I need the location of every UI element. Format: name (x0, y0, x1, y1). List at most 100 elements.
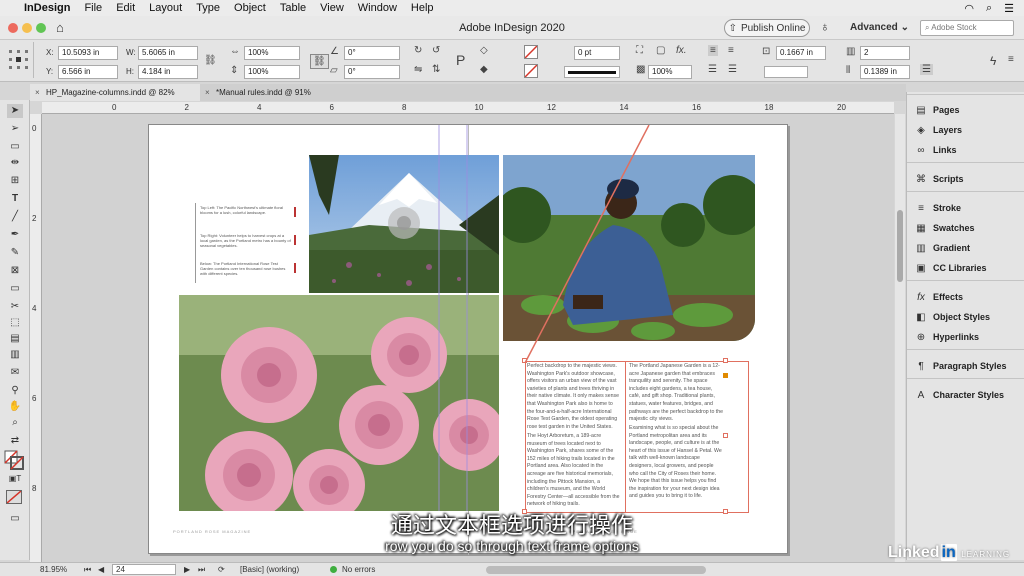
wifi-icon[interactable]: ◠ (964, 2, 974, 15)
panel-effects[interactable]: fx Effects (915, 289, 963, 305)
preflight-profile[interactable]: [Basic] (working) (240, 565, 299, 574)
menu-help[interactable]: Help (411, 2, 434, 14)
first-page-icon[interactable]: ⏮ (84, 565, 91, 575)
document-canvas[interactable]: Top Left: The Pacific Northwest's ultima… (42, 114, 894, 562)
scale-x-field[interactable]: 100% (244, 46, 300, 60)
panel-object-styles[interactable]: ◧ Object Styles (915, 309, 990, 325)
panel-scripts[interactable]: ⌘ Scripts (915, 171, 964, 187)
selection-tool-icon[interactable]: ➤ (7, 104, 23, 118)
menu-type[interactable]: Type (196, 2, 220, 14)
publish-online-button[interactable]: ⇧ Publish Online (724, 19, 810, 37)
next-page-icon[interactable]: ▶ (184, 565, 190, 574)
vertical-scrollbar[interactable] (895, 114, 905, 562)
y-position-field[interactable]: 6.566 in (58, 65, 118, 79)
menu-layout[interactable]: Layout (149, 2, 182, 14)
align-top-icon[interactable]: ≡ (708, 45, 718, 56)
inset-spacing-field[interactable]: 0.1667 in (776, 46, 826, 60)
hand-tool-icon[interactable]: ✋ (7, 400, 23, 414)
menu-file[interactable]: File (84, 2, 102, 14)
menu-app-name[interactable]: InDesign (24, 2, 70, 14)
panel-menu-icon[interactable]: ≡ (1008, 54, 1014, 65)
page-tool-icon[interactable]: ▭ (7, 140, 23, 154)
panel-layers[interactable]: ◈ Layers (915, 122, 962, 138)
panel-swatches[interactable]: ▦ Swatches (915, 220, 974, 236)
formatting-affects-container-icon[interactable]: ▣T (7, 472, 23, 486)
type-tool-icon[interactable]: T (7, 192, 23, 206)
fill-swatch[interactable] (524, 45, 538, 59)
control-center-icon[interactable]: ☰ (1004, 2, 1014, 15)
column-rule-color[interactable] (764, 66, 808, 78)
gradient-swatch-tool-icon[interactable]: ▤ (7, 332, 23, 346)
link-scale-icon[interactable]: ⛓ (310, 54, 329, 69)
page-number-field[interactable]: 24 (112, 564, 176, 575)
vertical-scroll-thumb[interactable] (897, 210, 903, 282)
quick-apply-icon[interactable]: ϟ (990, 54, 996, 68)
flip-horizontal-icon[interactable]: ⇋ (414, 64, 422, 75)
workspace-switcher[interactable]: Advanced ⌄ (850, 22, 909, 33)
gutter-field[interactable]: 0.1389 in (860, 65, 910, 79)
opacity-field[interactable]: 100% (648, 65, 692, 79)
menu-view[interactable]: View (320, 2, 344, 14)
rotate-cw-icon[interactable]: ↻ (414, 45, 422, 56)
drop-shadow-icon[interactable]: ▢ (656, 45, 665, 56)
panel-gradient[interactable]: ▥ Gradient (915, 240, 970, 256)
align-bottom-icon[interactable]: ☰ (708, 64, 717, 75)
panel-stroke[interactable]: ≡ Stroke (915, 200, 961, 216)
panel-paragraph-styles[interactable]: ¶ Paragraph Styles (915, 358, 1006, 374)
reference-point-grid[interactable] (4, 42, 34, 78)
menu-table[interactable]: Table (280, 2, 306, 14)
vertical-ruler[interactable]: 0 2 4 6 8 (30, 114, 42, 562)
close-tab-icon[interactable]: × (205, 84, 210, 101)
fill-stroke-swatches[interactable] (4, 450, 24, 470)
flip-vertical-icon[interactable]: ⇅ (432, 64, 440, 75)
frame-fitting-icon[interactable]: ⛶ (636, 45, 643, 56)
free-transform-tool-icon[interactable]: ⬚ (7, 316, 23, 330)
gradient-feather-tool-icon[interactable]: ▥ (7, 348, 23, 362)
stroke-type-dropdown[interactable] (564, 66, 620, 78)
scale-y-field[interactable]: 100% (244, 65, 300, 79)
select-container-icon[interactable]: ◇ (480, 45, 488, 56)
line-tool-icon[interactable]: ╱ (7, 210, 23, 224)
direct-selection-tool-icon[interactable]: ➢ (7, 122, 23, 136)
columns-field[interactable]: 2 (860, 46, 910, 60)
menu-edit[interactable]: Edit (116, 2, 135, 14)
span-columns-icon[interactable]: ☰ (920, 64, 933, 75)
horizontal-scroll-thumb[interactable] (486, 566, 706, 574)
close-tab-icon[interactable]: × (35, 84, 40, 101)
zoom-tool-icon[interactable]: ⌕ (7, 416, 23, 430)
rectangle-tool-icon[interactable]: ▭ (7, 282, 23, 296)
effects-fx-icon[interactable]: fx. (676, 45, 687, 56)
scissors-tool-icon[interactable]: ✂ (7, 300, 23, 314)
shear-angle-field[interactable]: 0° (344, 65, 400, 79)
rotate-ccw-icon[interactable]: ↺ (432, 45, 440, 56)
page-spread[interactable]: Top Left: The Pacific Northwest's ultima… (148, 124, 788, 555)
align-justify-icon[interactable]: ☰ (728, 64, 737, 75)
width-field[interactable]: 5.6065 in (138, 46, 198, 60)
menu-window[interactable]: Window (358, 2, 397, 14)
tab-hp-magazine[interactable]: × HP_Magazine-columns.indd @ 82% (30, 84, 200, 101)
height-field[interactable]: 4.184 in (138, 65, 198, 79)
zoom-level[interactable]: 81.95% (40, 565, 67, 574)
constrain-proportions-icon[interactable]: ⛓ (204, 55, 217, 66)
pen-tool-icon[interactable]: ✒ (7, 228, 23, 242)
pencil-tool-icon[interactable]: ✎ (7, 246, 23, 260)
apply-none-icon[interactable] (6, 490, 22, 504)
panel-hyperlinks[interactable]: ⊕ Hyperlinks (915, 329, 979, 345)
content-collector-icon[interactable]: ⊞ (7, 174, 23, 188)
panel-pages[interactable]: ▤ Pages (915, 102, 959, 118)
horizontal-ruler[interactable]: 0 2 4 6 8 10 12 14 16 18 20 (42, 102, 894, 114)
select-content-icon[interactable]: ◆ (480, 64, 488, 75)
open-page-icon[interactable]: ⟳ (218, 565, 225, 574)
panel-character-styles[interactable]: A Character Styles (915, 387, 1004, 403)
gap-tool-icon[interactable]: ⇹ (7, 156, 23, 170)
search-icon[interactable]: ⌕ (986, 2, 992, 15)
eyedropper-tool-icon[interactable]: ⚲ (7, 384, 23, 398)
stroke-swatch[interactable] (524, 64, 538, 78)
align-center-icon[interactable]: ≡ (728, 45, 734, 56)
preflight-errors[interactable]: No errors (342, 565, 375, 574)
previous-page-icon[interactable]: ◀ (98, 565, 104, 574)
rotation-angle-field[interactable]: 0° (344, 46, 400, 60)
adobe-stock-search[interactable]: ⌕ Adobe Stock (920, 20, 1014, 36)
stroke-weight-field[interactable]: 0 pt (574, 46, 620, 60)
last-page-icon[interactable]: ⏭ (198, 565, 205, 575)
